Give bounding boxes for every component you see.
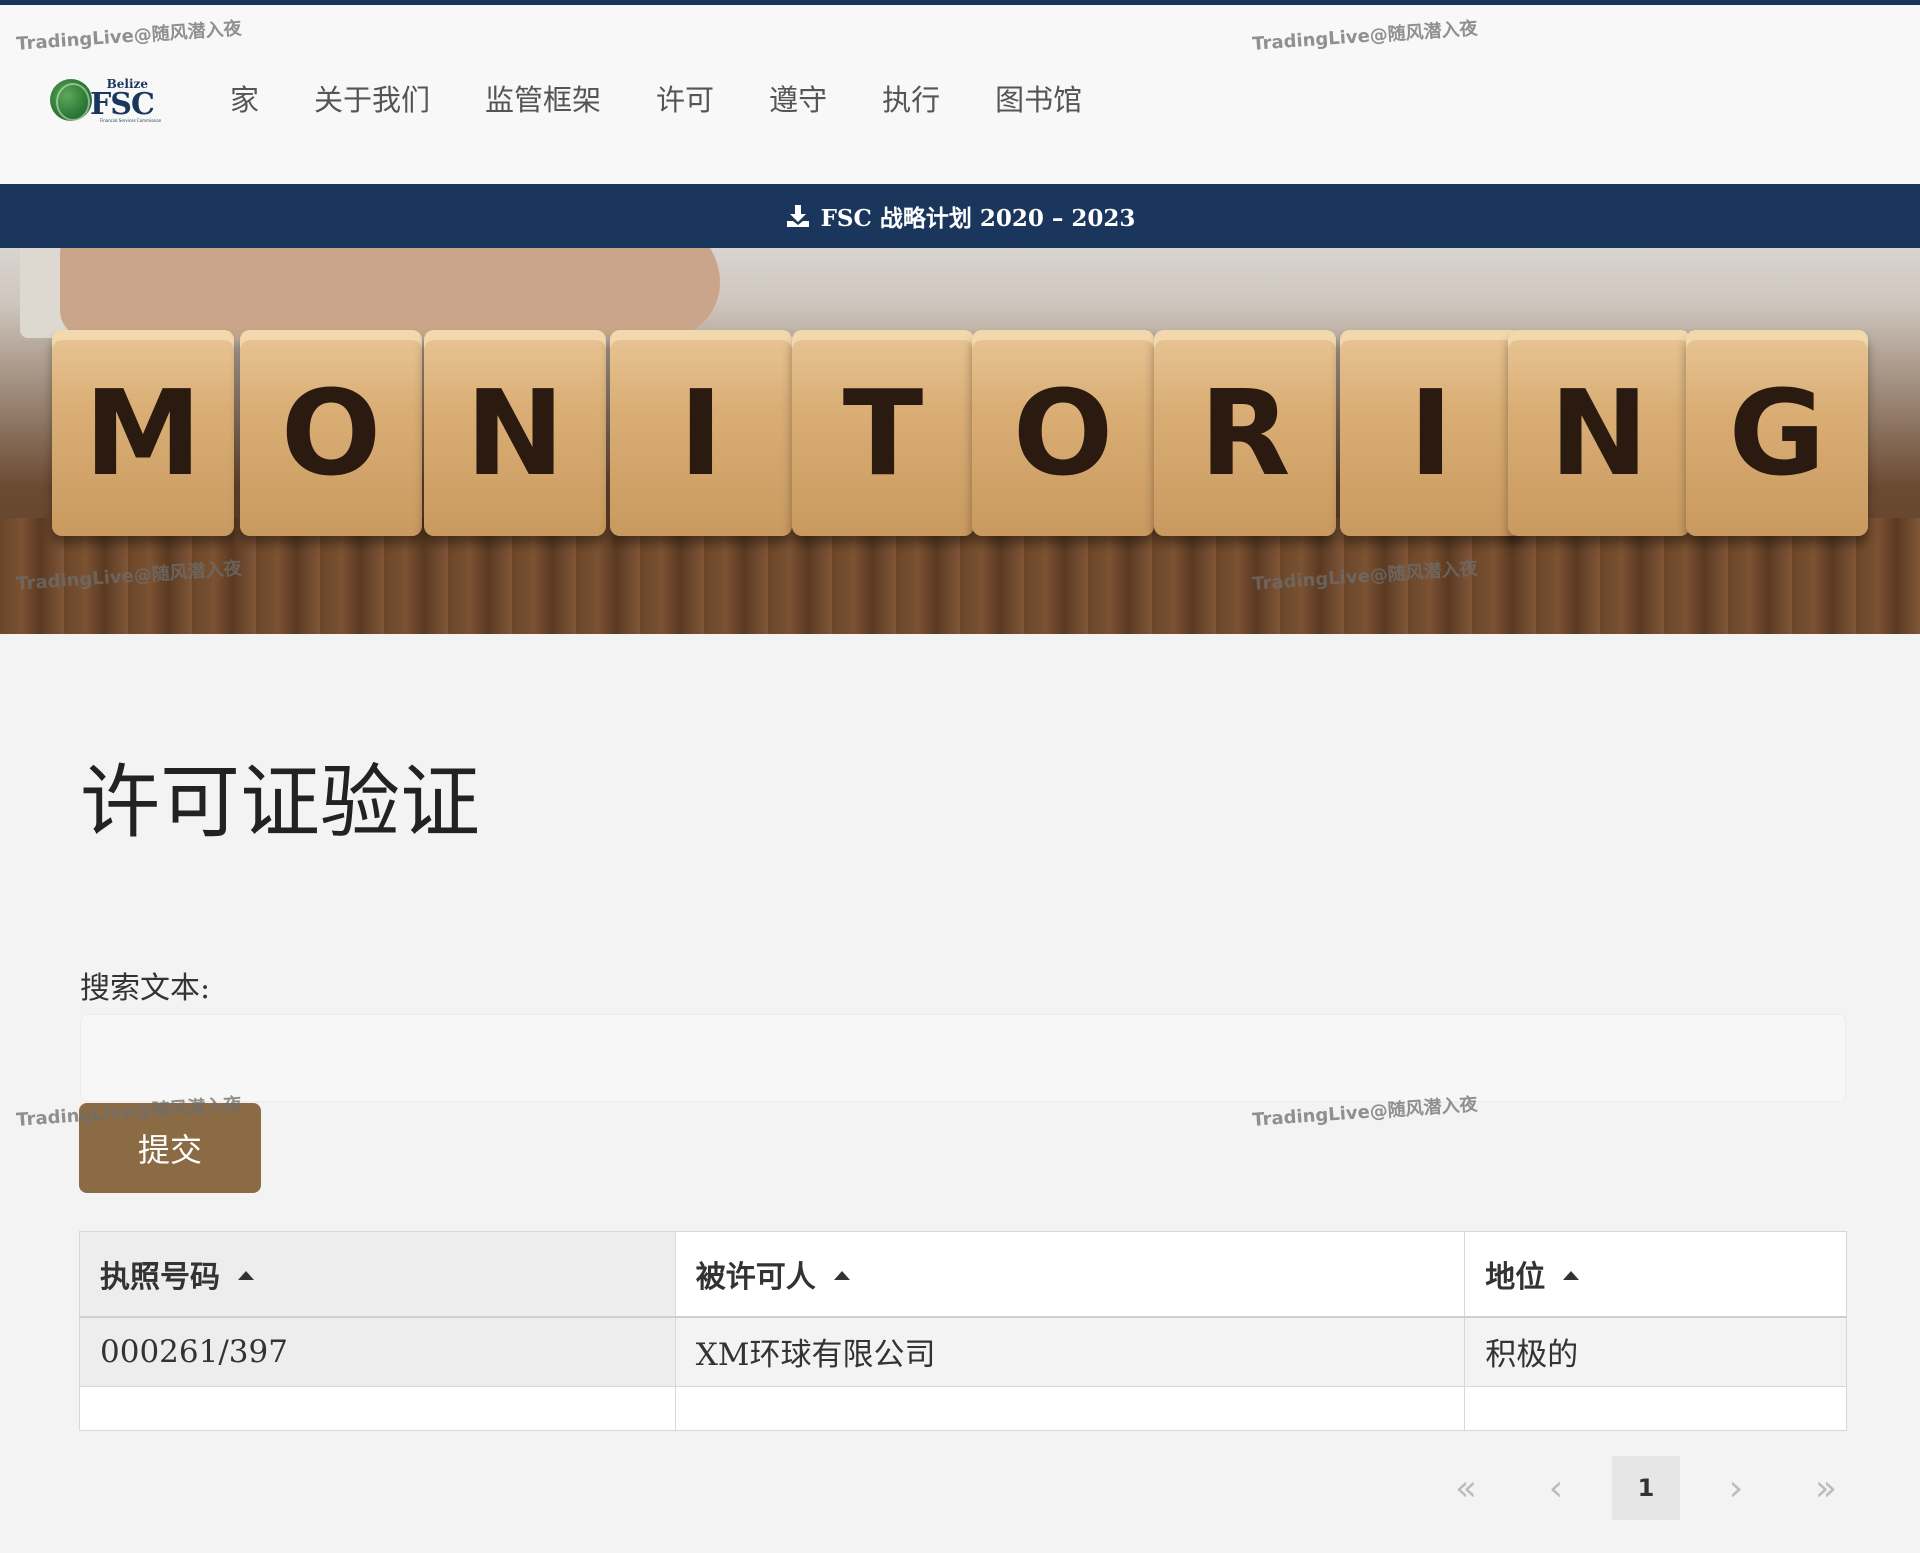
nav-item-regulatory-framework[interactable]: 监管框架 (485, 77, 601, 119)
column-header-label: 地位 (1485, 1259, 1546, 1295)
letter-block: I (1340, 330, 1522, 536)
main-nav: 家 关于我们 监管框架 许可 遵守 执行 图书馆 (230, 75, 1137, 121)
last-page-button[interactable]: » (1792, 1456, 1860, 1520)
table-row: 000261/397 XM环球有限公司 积极的 (79, 1316, 1847, 1387)
column-header-licensee[interactable]: 被许可人 (674, 1231, 1466, 1318)
search-label: 搜索文本: (80, 971, 211, 1006)
page-title: 许可证验证 (80, 756, 480, 849)
download-icon (785, 203, 811, 229)
logo-name: FSC (90, 87, 155, 122)
nav-item-about-us[interactable]: 关于我们 (314, 77, 430, 119)
cell-license-number: 000261/397 (79, 1316, 676, 1387)
logo-subtitle: Financial Services Commission (100, 118, 162, 123)
column-header-label: 被许可人 (695, 1259, 816, 1295)
strategic-plan-link[interactable]: FSC 战略计划 2020 – 2023 (821, 199, 1136, 233)
previous-page-button[interactable]: ‹ (1522, 1456, 1590, 1520)
nav-item-home[interactable]: 家 (230, 77, 259, 119)
license-results-table: 执照号码 被许可人 地位 000261/397 XM环球有限公司 积极的 (79, 1231, 1847, 1431)
letter-block: G (1686, 330, 1868, 536)
sort-up-icon (833, 1271, 850, 1281)
top-navigation-bar: Belize FSC Financial Services Commission… (0, 0, 1920, 184)
next-page-button[interactable]: › (1702, 1456, 1770, 1520)
nav-item-library[interactable]: 图书馆 (995, 77, 1082, 119)
empty-cell (1464, 1386, 1847, 1431)
letter-block: N (1508, 330, 1690, 536)
fsc-logo[interactable]: Belize FSC Financial Services Commission (50, 75, 162, 125)
cell-licensee: XM环球有限公司 (674, 1316, 1466, 1387)
logo-wordmark: Belize FSC Financial Services Commission (80, 75, 162, 125)
letter-block: O (972, 330, 1154, 536)
empty-cell (79, 1386, 676, 1431)
column-header-label: 执照号码 (100, 1259, 220, 1295)
hand (60, 248, 720, 338)
sort-up-icon (238, 1271, 254, 1281)
cell-status: 积极的 (1464, 1316, 1847, 1387)
first-page-button[interactable]: « (1432, 1456, 1500, 1520)
column-header-license-number[interactable]: 执照号码 (79, 1231, 676, 1318)
nav-item-enforcement[interactable]: 执行 (882, 77, 940, 119)
empty-cell (674, 1386, 1466, 1431)
letter-block: N (424, 330, 606, 536)
letter-block: R (1154, 330, 1336, 536)
letter-block: M (52, 330, 234, 536)
table-header-row: 执照号码 被许可人 地位 (79, 1231, 1847, 1318)
letter-block: I (610, 330, 792, 536)
pagination: « ‹ 1 › » (1410, 1456, 1860, 1520)
current-page-button[interactable]: 1 (1612, 1456, 1680, 1520)
table-row-empty (79, 1386, 1847, 1431)
search-input[interactable] (80, 1014, 1846, 1102)
sort-up-icon (1563, 1271, 1580, 1281)
nav-item-licensing[interactable]: 许可 (656, 77, 714, 119)
nav-item-compliance[interactable]: 遵守 (769, 77, 827, 119)
letter-block: T (792, 330, 974, 536)
strategic-plan-banner[interactable]: FSC 战略计划 2020 – 2023 (0, 184, 1920, 248)
column-header-status[interactable]: 地位 (1464, 1231, 1847, 1318)
letter-block: O (240, 330, 422, 536)
